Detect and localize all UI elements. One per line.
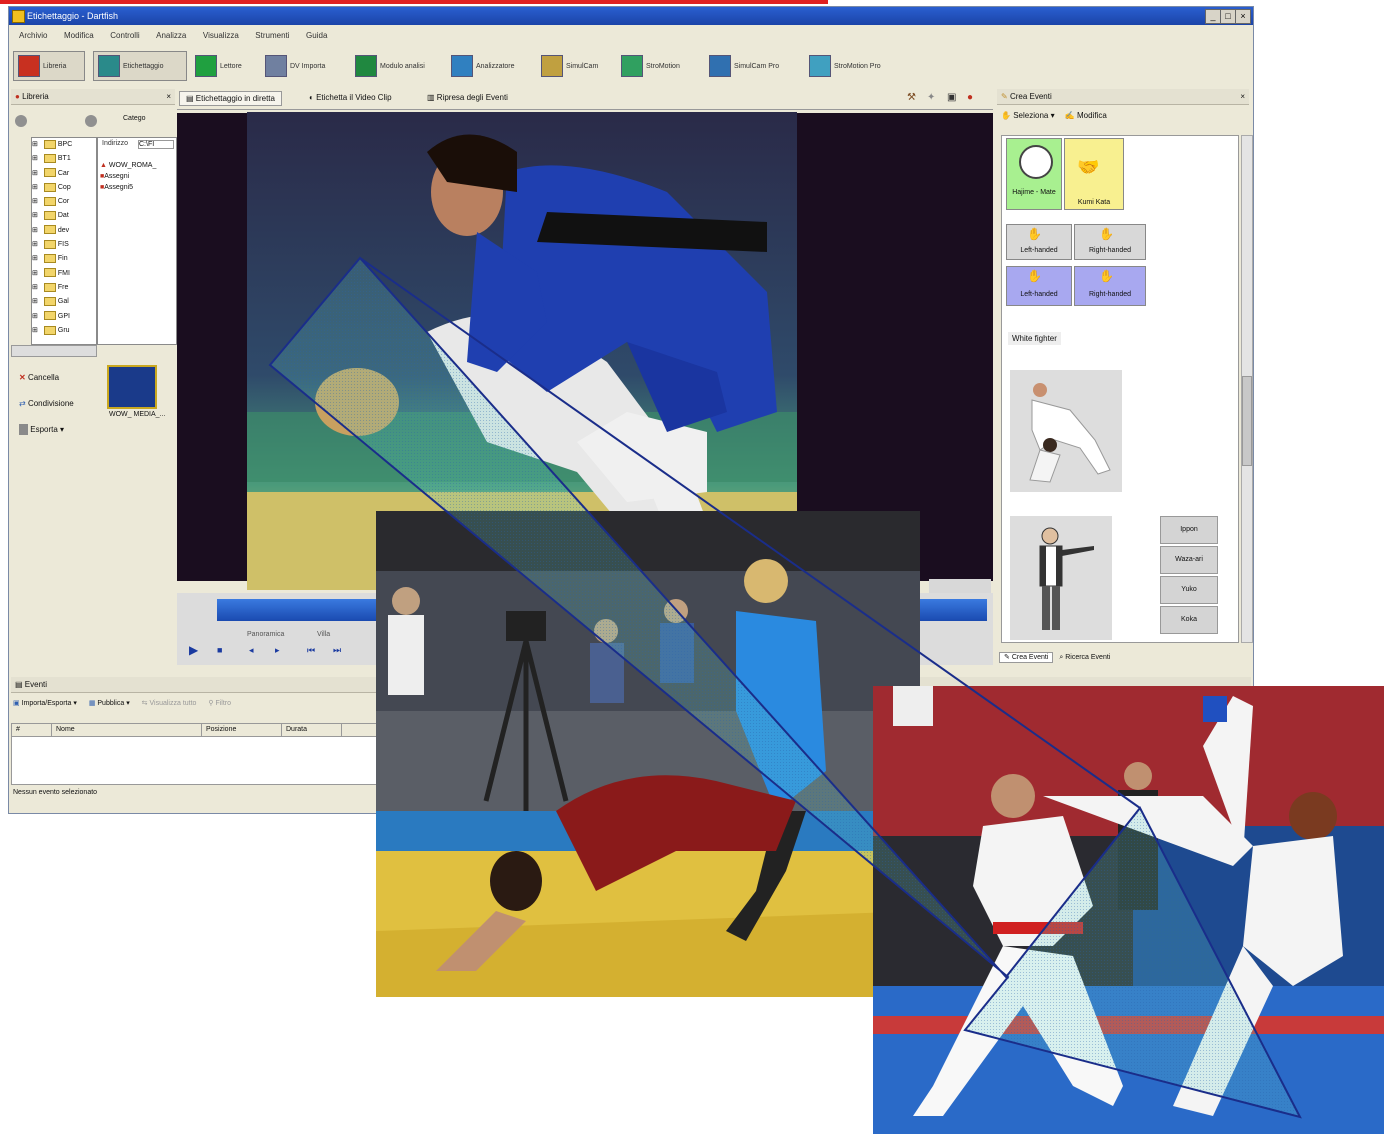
transparency-polygon [268,256,1302,1119]
overlay-outline [268,256,1302,1119]
